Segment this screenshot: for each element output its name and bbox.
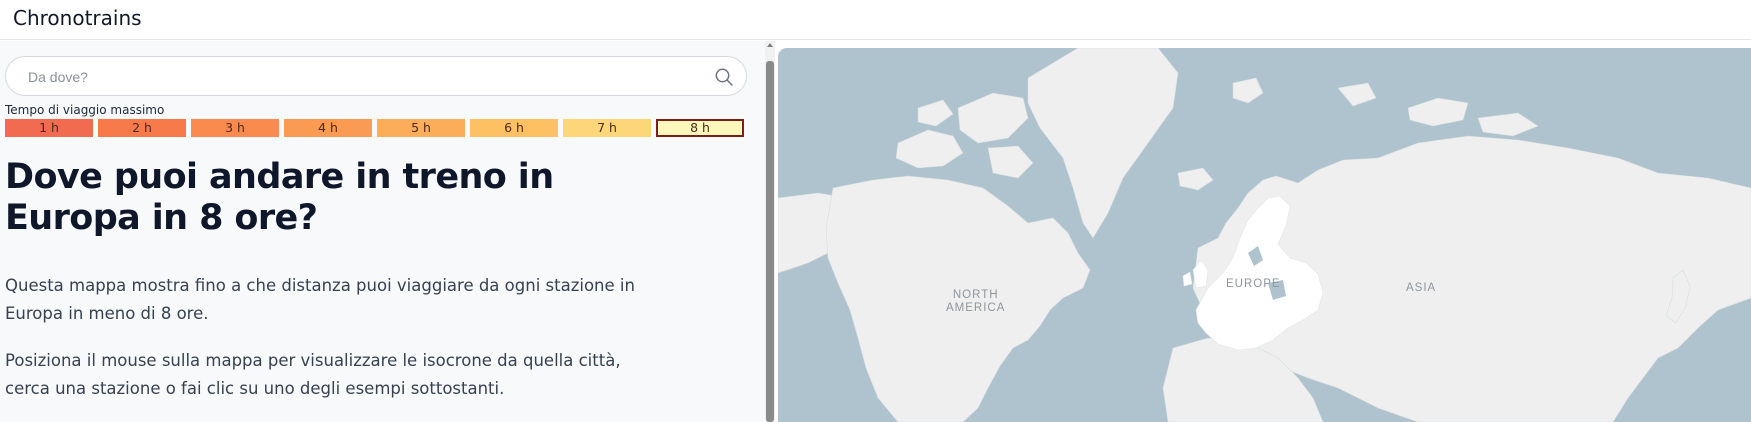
intro-paragraph: Questa mappa mostra fino a che distanza … [5, 276, 635, 323]
scrollbar-thumb[interactable] [766, 61, 774, 422]
travel-time-option-2h[interactable]: 2 h [98, 119, 186, 137]
travel-time-option-5h[interactable]: 5 h [377, 119, 465, 137]
app-title[interactable]: Chronotrains [13, 6, 142, 30]
map-label-north-america: NORTH AMERICA [946, 289, 1006, 314]
map-label-europe: EUROPE [1226, 278, 1281, 290]
world-map-graphic[interactable] [778, 48, 1751, 422]
map-label-asia: ASIA [1406, 282, 1437, 294]
scroll-up-arrow-icon[interactable] [767, 43, 773, 47]
travel-time-option-8h[interactable]: 8 h [656, 119, 744, 137]
travel-time-option-7h[interactable]: 7 h [563, 119, 651, 137]
travel-time-option-1h[interactable]: 1 h [5, 119, 93, 137]
search-box[interactable] [5, 56, 747, 96]
travel-time-label: Tempo di viaggio massimo [5, 103, 165, 117]
travel-time-option-4h[interactable]: 4 h [284, 119, 372, 137]
travel-time-option-3h[interactable]: 3 h [191, 119, 279, 137]
search-icon[interactable] [714, 67, 734, 87]
sidebar: Tempo di viaggio massimo 1 h 2 h 3 h 4 h 5 h… [0, 41, 765, 422]
instructions-paragraph: Posiziona il mouse sulla mappa per visua… [5, 351, 621, 398]
search-input[interactable] [28, 67, 708, 87]
travel-time-selector: 1 h 2 h 3 h 4 h 5 h 6 h 7 h 8 h [5, 119, 750, 138]
greenland-landmass [1027, 48, 1179, 239]
travel-time-option-6h[interactable]: 6 h [470, 119, 558, 137]
page-title: Dove puoi andare in treno in Europa in 8… [5, 157, 554, 238]
sidebar-scrollbar[interactable] [765, 41, 775, 422]
app-header: Chronotrains [0, 0, 1751, 40]
map-view[interactable]: NORTH AMERICA EUROPE ASIA [778, 48, 1751, 422]
